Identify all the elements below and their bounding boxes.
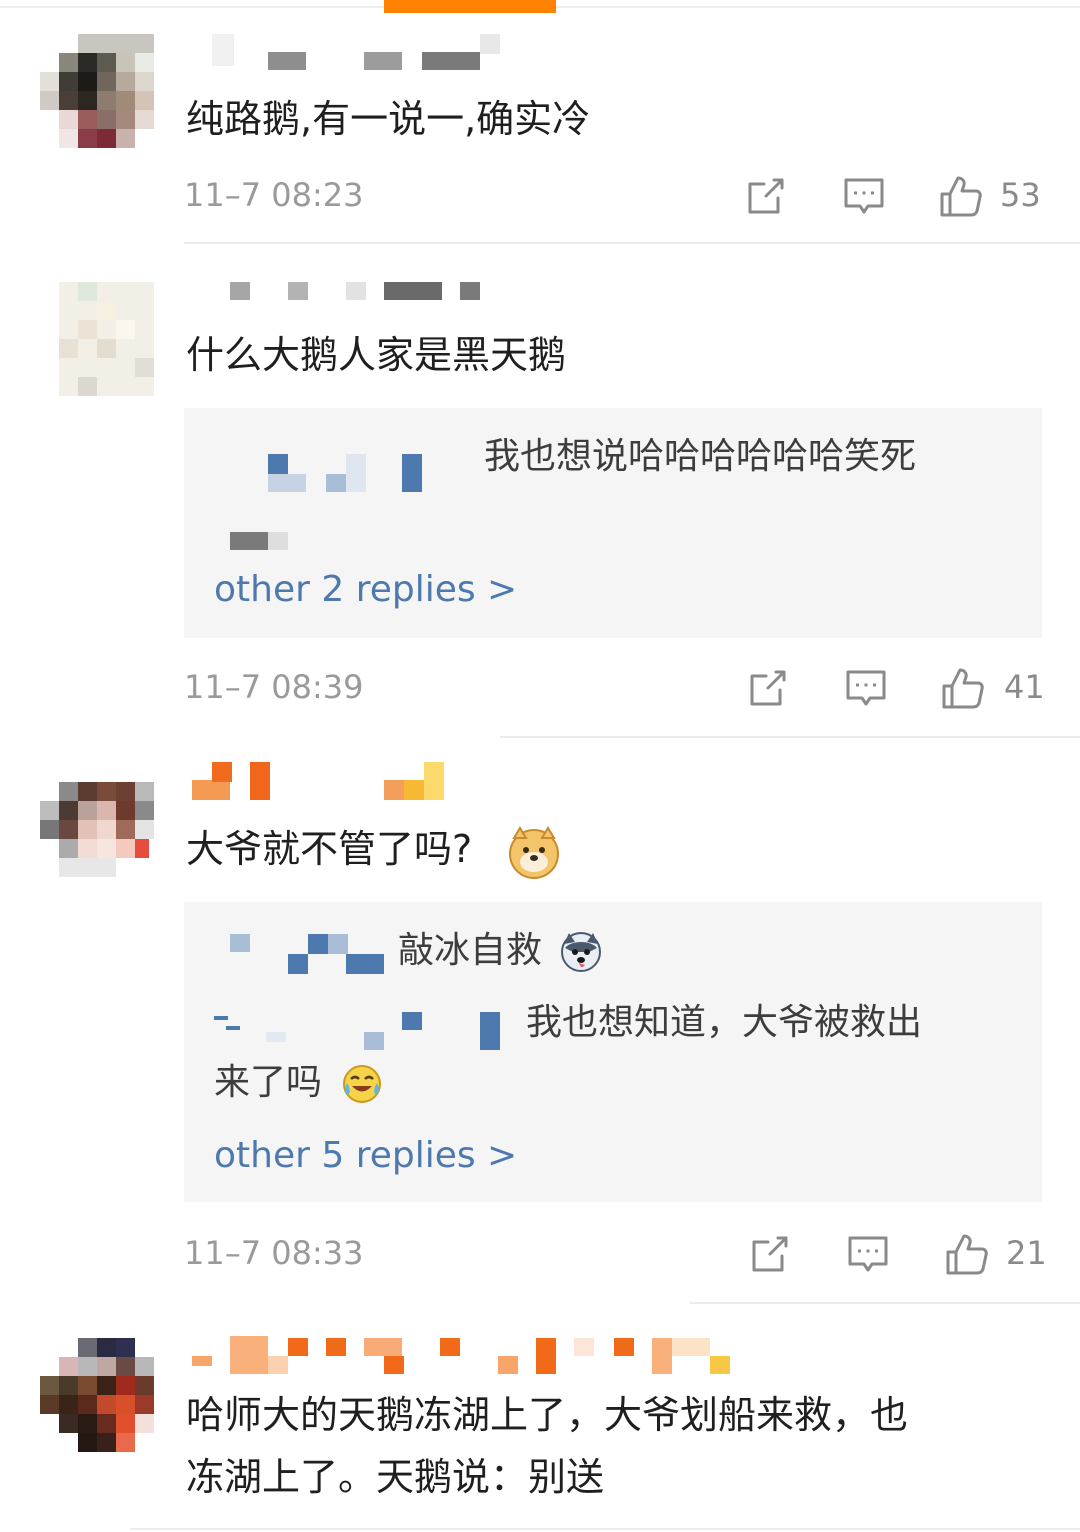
timestamp: 11–7 08:23: [184, 176, 364, 214]
repost-icon[interactable]: [744, 174, 788, 218]
username-pixelated[interactable]: [186, 1336, 746, 1376]
username-pixelated[interactable]: [186, 34, 746, 70]
husky-emoji: [561, 932, 602, 972]
avatar[interactable]: [40, 782, 154, 896]
timestamp: 11–7 08:39: [184, 668, 364, 706]
reply-box[interactable]: 我也想说哈哈哈哈哈哈笑死 other 2 replies >: [184, 408, 1042, 638]
reply-box[interactable]: 敲冰自救 我也想知道，大爷被救出 来了吗 other 5 replies >: [184, 902, 1042, 1202]
comment-icon[interactable]: [846, 1232, 890, 1276]
repost-icon[interactable]: [746, 666, 790, 710]
username-pixelated[interactable]: [186, 282, 746, 314]
like-count: 53: [1000, 176, 1041, 214]
reply-text-line1: 我也想知道，大爷被救出: [526, 1002, 923, 1043]
reply-text: 我也想说哈哈哈哈哈哈笑死: [484, 436, 917, 477]
comment-text: 纯路鹅,有一说一,确实冷: [186, 97, 591, 141]
reply-username-pixelated[interactable]: [230, 454, 490, 494]
comment-meta: 11–7 08:23 53: [0, 170, 1080, 220]
like-count: 21: [1006, 1234, 1047, 1272]
reply-username-pixelated[interactable]: [214, 1010, 504, 1054]
more-replies-link[interactable]: other 2 replies >: [214, 570, 517, 610]
doge-emoji: [509, 825, 560, 879]
repost-icon[interactable]: [748, 1232, 792, 1276]
active-tab-indicator: [384, 0, 556, 13]
thumbs-up-icon[interactable]: [940, 666, 986, 710]
comment-text: 大爷就不管了吗?: [186, 818, 1036, 880]
divider: [690, 1302, 1080, 1304]
divider: [130, 1528, 1080, 1530]
reply-username-tail: [230, 532, 290, 550]
thumbs-up-icon[interactable]: [944, 1232, 990, 1276]
comment-text-value: 大爷就不管了吗?: [186, 827, 473, 871]
divider: [500, 736, 1080, 738]
thumbs-up-icon[interactable]: [938, 174, 984, 218]
comment-text: 什么大鹅人家是黑天鹅: [186, 333, 567, 377]
reply-text: 敲冰自救: [398, 922, 603, 980]
timestamp: 11–7 08:33: [184, 1234, 364, 1272]
reply-text-value: 敲冰自救: [398, 930, 543, 971]
comment-icon[interactable]: [842, 174, 886, 218]
comment-meta: 11–7 08:33 21: [0, 1228, 1080, 1278]
avatar[interactable]: [40, 282, 154, 396]
reply-text-line2: 来了吗: [214, 1054, 383, 1112]
more-replies-link[interactable]: other 5 replies >: [214, 1136, 517, 1176]
username-pixelated[interactable]: [186, 762, 746, 800]
reply-username-pixelated[interactable]: [230, 934, 400, 974]
comment-text-line1: 哈师大的天鹅冻湖上了，大爷划船来救，也: [186, 1393, 909, 1437]
laugh-cry-emoji: [343, 1065, 382, 1103]
reply-text-line2-value: 来了吗: [214, 1062, 323, 1103]
comment-text-line2: 冻湖上了。天鹅说：别送: [186, 1455, 605, 1499]
divider: [184, 242, 1080, 244]
comment-meta: 11–7 08:39 41: [0, 662, 1080, 712]
comment-icon[interactable]: [844, 666, 888, 710]
avatar[interactable]: [40, 34, 154, 148]
like-count: 41: [1004, 668, 1045, 706]
avatar[interactable]: [40, 1338, 154, 1452]
